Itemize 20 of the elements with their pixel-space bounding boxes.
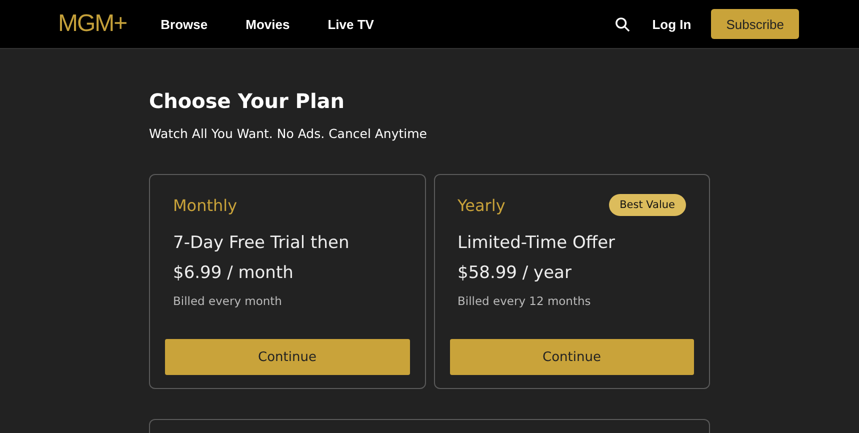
logo[interactable]: MGM+ [58,10,127,38]
nav-link[interactable]: Movies [246,16,290,32]
billing-note: Billed every 12 months [456,294,592,308]
subscribe-button[interactable]: Subscribe [711,9,799,39]
plan-price: $58.99 / year [456,263,572,283]
page-subtitle: Watch All You Want. No Ads. Cancel Anytime [149,126,428,141]
plan-name: Yearly [458,196,506,214]
plan-offer: Limited-Time Offer [456,233,616,253]
login-link[interactable]: Log In [652,16,692,32]
search-icon[interactable] [615,16,630,32]
plan-offer: 7-Day Free Trial then [172,233,350,253]
continue-button[interactable]: Continue [450,339,694,375]
plan-name: Monthly [173,196,238,214]
plan-price: $6.99 / month [172,263,294,283]
nav-link[interactable]: Live TV [328,16,374,32]
continue-button[interactable]: Continue [165,339,410,375]
best-value-badge: Best Value [608,194,686,216]
billing-note: Billed every month [172,294,283,308]
nav-link[interactable]: Browse [160,16,208,32]
page-title: Choose Your Plan [149,89,346,113]
